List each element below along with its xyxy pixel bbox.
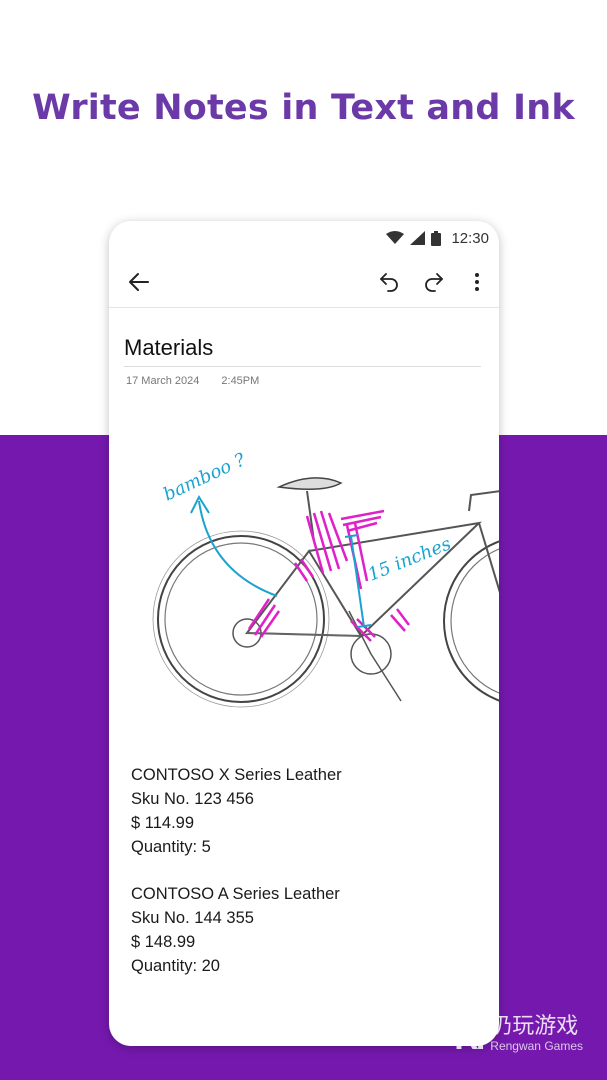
watermark: RI 仍玩游戏 Rengwan Games	[454, 1014, 583, 1057]
ink-bamboo-label: bamboo ?	[160, 449, 249, 505]
redo-button[interactable]	[414, 263, 452, 301]
battery-icon	[431, 230, 442, 246]
note-title[interactable]: Materials	[124, 335, 213, 361]
note-time: 2:45PM	[221, 375, 260, 387]
wifi-icon	[386, 231, 405, 244]
item-sku: Sku No. 144 355	[131, 909, 254, 927]
undo-icon	[380, 273, 398, 292]
watermark-text: 仍玩游戏 Rengwan Games	[490, 1014, 583, 1054]
redo-icon	[425, 273, 443, 292]
list-item: CONTOSO X Series Leather Sku No. 123 456…	[131, 763, 342, 859]
status-bar: 12:30	[386, 227, 489, 249]
undo-button[interactable]	[371, 263, 409, 301]
more-vertical-icon	[475, 273, 479, 291]
headline: Write Notes in Text and Ink	[32, 88, 575, 128]
note-toolbar	[109, 257, 499, 308]
phone-frame: 12:30 Materials 17 March 2024 2:45PM 15 …	[109, 221, 499, 1046]
item-sku: Sku No. 123 456	[131, 790, 254, 808]
watermark-cn: 仍玩游戏	[490, 1014, 579, 1039]
signal-icon	[410, 231, 426, 245]
bicycle-ink-sketch[interactable]: 15 inches bamboo ?	[109, 431, 499, 751]
more-options-button[interactable]	[458, 263, 496, 301]
item-name: CONTOSO X Series Leather	[131, 766, 342, 784]
title-divider	[124, 366, 481, 367]
item-price: $ 148.99	[131, 933, 196, 951]
item-price: $ 114.99	[131, 814, 195, 832]
note-body[interactable]: CONTOSO X Series Leather Sku No. 123 456…	[131, 763, 342, 1001]
list-item: CONTOSO A Series Leather Sku No. 144 355…	[131, 882, 342, 978]
watermark-logo: RI	[454, 1019, 485, 1057]
note-meta: 17 March 2024 2:45PM	[126, 375, 259, 387]
item-quantity: Quantity: 20	[131, 957, 220, 975]
note-date: 17 March 2024	[126, 375, 200, 387]
arrow-left-icon	[129, 273, 149, 291]
back-button[interactable]	[120, 263, 158, 301]
watermark-en: Rengwan Games	[490, 1039, 583, 1053]
status-time: 12:30	[451, 229, 489, 247]
item-quantity: Quantity: 5	[131, 838, 211, 856]
item-name: CONTOSO A Series Leather	[131, 885, 340, 903]
